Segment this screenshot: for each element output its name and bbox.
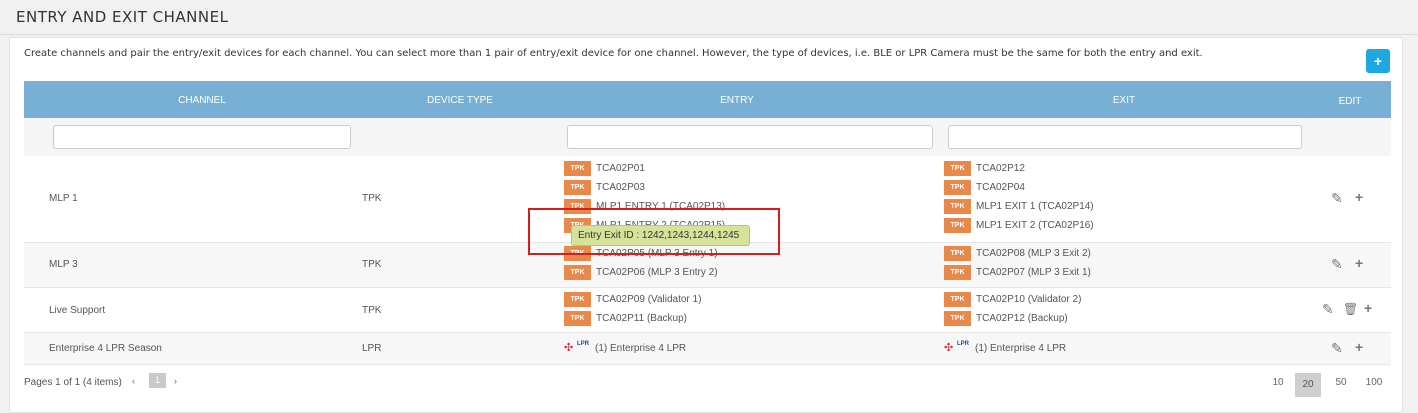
channel-name: Enterprise 4 LPR Season — [49, 343, 162, 354]
pencil-icon[interactable]: ✎ — [1331, 257, 1343, 271]
page-size-100[interactable]: 100 — [1361, 377, 1387, 388]
device-type: TPK — [362, 259, 382, 270]
trash-icon[interactable]: 🗑 — [1343, 302, 1358, 316]
tpk-badge: TPK — [944, 245, 971, 261]
page-size-50[interactable]: 50 — [1328, 377, 1354, 388]
pencil-icon[interactable]: ✎ — [1331, 191, 1343, 205]
header-entry[interactable]: ENTRY — [720, 95, 754, 106]
device-label: TCA02P11 (Backup) — [596, 312, 687, 324]
device-label: (1) Enterprise 4 LPR — [595, 342, 687, 354]
pager-next-button[interactable]: › — [174, 376, 177, 386]
entry-device: TPK TCA02P09 (Validator 1) — [564, 291, 701, 307]
tpk-badge: TPK — [564, 264, 591, 280]
exit-device: TPK TCA02P12 — [944, 160, 1025, 176]
row-divider — [24, 287, 1391, 288]
entry-device: TPK TCA02P06 (MLP 3 Entry 2) — [564, 264, 718, 280]
device-type: LPR — [362, 343, 382, 354]
device-label: TCA02P09 (Validator 1) — [596, 293, 702, 305]
page-title: ENTRY AND EXIT CHANNEL — [16, 8, 229, 26]
channel-name: MLP 3 — [49, 259, 78, 270]
lpr-camera-icon: ✣ LPR — [564, 340, 589, 354]
channel-name: Live Support — [49, 305, 106, 316]
exit-filter-input[interactable] — [948, 125, 1302, 149]
table-row[interactable]: Enterprise 4 LPR Season LPR ✣ LPR (1) Ent… — [24, 332, 1391, 364]
tpk-badge: TPK — [564, 291, 591, 307]
exit-device: TPK TCA02P04 — [944, 179, 1025, 195]
device-label: (1) Enterprise 4 LPR — [975, 342, 1067, 354]
pager-current-page[interactable]: 1 — [149, 373, 166, 388]
device-label: MLP1 EXIT 2 (TCA02P16) — [976, 219, 1094, 231]
channel-filter-input[interactable] — [53, 125, 351, 149]
device-label: MLP1 EXIT 1 (TCA02P14) — [976, 200, 1094, 212]
device-label: TCA02P03 — [596, 181, 645, 193]
exit-device: TPK TCA02P10 (Validator 2) — [944, 291, 1081, 307]
tpk-badge: TPK — [944, 160, 971, 176]
tpk-badge: TPK — [944, 264, 971, 280]
row-divider — [24, 332, 1391, 333]
page-size-20[interactable]: 20 — [1295, 373, 1321, 397]
device-label: TCA02P04 — [976, 181, 1025, 193]
entry-device: TPK TCA02P11 (Backup) — [564, 310, 687, 326]
exit-device: TPK MLP1 EXIT 1 (TCA02P14) — [944, 198, 1094, 214]
entry-filter-input[interactable] — [567, 125, 933, 149]
panel-description: Create channels and pair the entry/exit … — [24, 48, 1203, 59]
device-label: TCA02P12 — [976, 162, 1025, 174]
device-label: TCA02P06 (MLP 3 Entry 2) — [596, 266, 718, 278]
device-label: TCA02P12 (Backup) — [976, 312, 1068, 324]
exit-device: TPK MLP1 EXIT 2 (TCA02P16) — [944, 217, 1094, 233]
lpr-camera-icon: ✣ LPR — [944, 340, 969, 354]
tpk-badge: TPK — [564, 179, 591, 195]
entry-device: TPK TCA02P01 — [564, 160, 645, 176]
add-channel-button[interactable]: + — [1366, 49, 1390, 73]
device-label: TCA02P01 — [596, 162, 645, 174]
device-type: TPK — [362, 193, 382, 204]
tpk-badge: TPK — [944, 179, 971, 195]
header-exit[interactable]: EXIT — [1113, 95, 1135, 106]
title-divider — [0, 34, 1418, 35]
page-size-10[interactable]: 10 — [1265, 377, 1291, 388]
header-device-type[interactable]: DEVICE TYPE — [427, 95, 493, 106]
header-edit: EDIT — [1338, 96, 1362, 107]
exit-device: TPK TCA02P12 (Backup) — [944, 310, 1068, 326]
entry-device: ✣ LPR (1) Enterprise 4 LPR — [564, 340, 686, 356]
device-label: TCA02P07 (MLP 3 Exit 1) — [976, 266, 1091, 278]
table-row[interactable]: Live Support TPK TPK TCA02P09 (Validator … — [24, 287, 1391, 332]
table-header: CHANNEL DEVICE TYPE ENTRY EXIT EDIT — [24, 81, 1391, 118]
plus-icon[interactable]: + — [1355, 256, 1363, 270]
plus-icon[interactable]: + — [1364, 301, 1372, 315]
exit-device: ✣ LPR (1) Enterprise 4 LPR — [944, 340, 1066, 356]
pencil-icon[interactable]: ✎ — [1331, 341, 1343, 355]
plus-icon[interactable]: + — [1355, 190, 1363, 204]
row-divider — [24, 364, 1391, 365]
tpk-badge: TPK — [944, 217, 971, 233]
header-channel[interactable]: CHANNEL — [178, 95, 226, 106]
pencil-icon[interactable]: ✎ — [1322, 302, 1334, 316]
tpk-badge: TPK — [944, 310, 971, 326]
tpk-badge: TPK — [564, 160, 591, 176]
channel-name: MLP 1 — [49, 193, 78, 204]
tpk-badge: TPK — [944, 291, 971, 307]
pager-prev-button[interactable]: ‹ — [132, 376, 135, 386]
filter-row — [24, 118, 1391, 156]
pager-info: Pages 1 of 1 (4 items) — [24, 377, 122, 388]
exit-device: TPK TCA02P08 (MLP 3 Exit 2) — [944, 245, 1091, 261]
plus-icon[interactable]: + — [1355, 340, 1363, 354]
device-label: TCA02P08 (MLP 3 Exit 2) — [976, 247, 1091, 259]
exit-device: TPK TCA02P07 (MLP 3 Exit 1) — [944, 264, 1091, 280]
device-label: TCA02P10 (Validator 2) — [976, 293, 1082, 305]
highlight-box — [528, 208, 780, 255]
entry-device: TPK TCA02P03 — [564, 179, 645, 195]
tpk-badge: TPK — [564, 310, 591, 326]
tpk-badge: TPK — [944, 198, 971, 214]
device-type: TPK — [362, 305, 382, 316]
